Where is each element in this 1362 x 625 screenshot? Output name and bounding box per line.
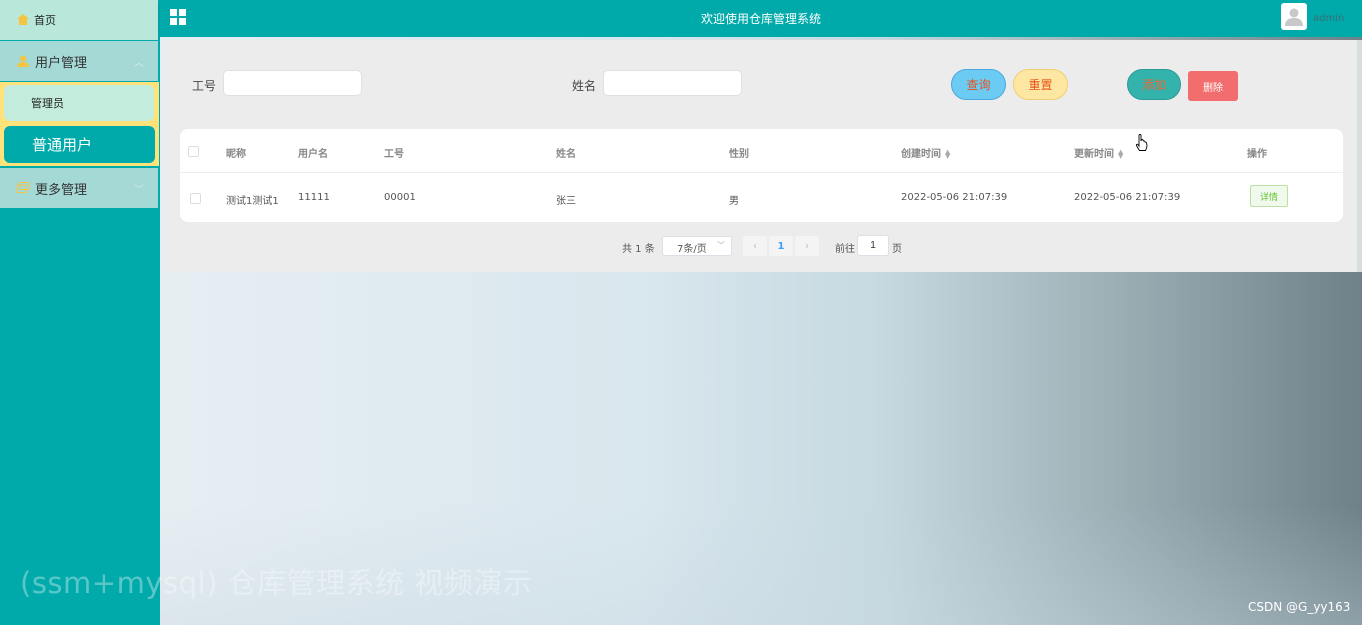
sidebar-item-admin[interactable]: 管理员 xyxy=(4,85,154,121)
goto-label: 前往 xyxy=(835,244,855,255)
sidebar: 首页 用户管理 ︿ 管理员 普通用户 更多管理 ﹀ xyxy=(0,0,160,625)
sidebar-item-label: 首页 xyxy=(34,14,56,27)
page-size-value: 7条/页 xyxy=(677,244,707,255)
chevron-up-icon: ︿ xyxy=(134,58,144,69)
video-watermark: (ssm+mysql) 仓库管理系统 视频演示 xyxy=(20,566,533,600)
sort-icon[interactable]: ▲ ▼ xyxy=(945,149,950,160)
prev-page-button[interactable]: ‹ xyxy=(743,236,767,256)
avatar[interactable] xyxy=(1281,3,1307,30)
hand-cursor-icon xyxy=(1135,134,1148,154)
delete-button[interactable]: 删除 xyxy=(1188,71,1238,101)
table-row: 测试1测试1 11111 00001 张三 男 2022-05-06 21:07… xyxy=(180,173,1343,222)
pagination-total: 共 1 条 xyxy=(622,244,655,255)
add-button[interactable]: 添加 xyxy=(1127,69,1181,100)
sidebar-group-label: 更多管理 xyxy=(35,182,88,198)
goto-page-input[interactable] xyxy=(857,235,889,256)
sidebar-item-home[interactable]: 首页 xyxy=(0,0,158,40)
select-all-checkbox[interactable] xyxy=(188,146,199,157)
column-header: 姓名 xyxy=(556,149,576,160)
sidebar-item-label: 普通用户 xyxy=(32,136,93,154)
row-checkbox[interactable] xyxy=(190,193,201,204)
sidebar-group-label: 用户管理 xyxy=(35,55,88,71)
sidebar-group-user-mgmt[interactable]: 用户管理 ︿ xyxy=(0,41,158,81)
user-table: 昵称 用户名 工号 姓名 性别 创建时间 ▲ ▼ 更新时间 ▲ ▼ 操作 测试1测试1 … xyxy=(180,129,1343,222)
cell-name: 张三 xyxy=(556,196,576,207)
chevron-down-icon: ﹀ xyxy=(717,241,725,250)
user-icon xyxy=(17,55,30,68)
cell-created: 2022-05-06 21:07:39 xyxy=(901,192,1008,203)
table-header: 昵称 用户名 工号 姓名 性别 创建时间 ▲ ▼ 更新时间 ▲ ▼ 操作 xyxy=(180,129,1343,173)
name-input[interactable] xyxy=(603,70,742,96)
cell-nickname: 测试1测试1 xyxy=(226,196,279,207)
username-label[interactable]: admin xyxy=(1313,13,1344,24)
copy-icon xyxy=(17,181,30,195)
page-number-current[interactable]: 1 xyxy=(769,236,793,256)
cell-updated: 2022-05-06 21:07:39 xyxy=(1074,192,1181,203)
sort-icon[interactable]: ▲ ▼ xyxy=(1118,149,1123,160)
column-header: 昵称 xyxy=(226,149,246,160)
cell-gender: 男 xyxy=(729,196,739,207)
column-header-label: 更新时间 xyxy=(1074,149,1114,160)
page-size-select[interactable]: 7条/页 ﹀ xyxy=(662,236,732,256)
query-button[interactable]: 查询 xyxy=(951,69,1006,100)
column-header: 性别 xyxy=(729,149,749,160)
cell-emp-no: 00001 xyxy=(384,192,416,203)
column-header: 操作 xyxy=(1247,149,1267,160)
page-title: 欢迎使用仓库管理系统 xyxy=(700,12,821,26)
sidebar-item-label: 管理员 xyxy=(31,97,64,110)
column-header-label: 创建时间 xyxy=(901,149,941,160)
cell-username: 11111 xyxy=(298,192,330,203)
sidebar-group-more-mgmt[interactable]: 更多管理 ﹀ xyxy=(0,168,158,208)
home-icon xyxy=(17,14,29,26)
chevron-left-icon: ‹ xyxy=(753,240,757,252)
scrollbar[interactable] xyxy=(1357,40,1362,272)
sidebar-item-normal-user[interactable]: 普通用户 xyxy=(4,126,155,163)
emp-no-input[interactable] xyxy=(223,70,362,96)
column-header: 工号 xyxy=(384,149,404,160)
page-suffix: 页 xyxy=(892,244,902,255)
top-header: 欢迎使用仓库管理系统 admin xyxy=(160,0,1362,37)
reset-button[interactable]: 重置 xyxy=(1013,69,1068,100)
column-header-sortable[interactable]: 更新时间 ▲ ▼ xyxy=(1074,145,1123,161)
chevron-right-icon: › xyxy=(805,240,809,252)
submenu: 管理员 普通用户 xyxy=(0,82,159,166)
column-header-sortable[interactable]: 创建时间 ▲ ▼ xyxy=(901,145,950,161)
name-label: 姓名 xyxy=(572,79,597,93)
chevron-down-icon: ﹀ xyxy=(134,185,144,196)
column-header: 用户名 xyxy=(298,149,328,160)
next-page-button[interactable]: › xyxy=(795,236,819,256)
detail-button[interactable]: 详情 xyxy=(1250,185,1288,207)
emp-no-label: 工号 xyxy=(192,79,217,93)
csdn-credit: CSDN @G_yy163 xyxy=(1248,600,1351,614)
